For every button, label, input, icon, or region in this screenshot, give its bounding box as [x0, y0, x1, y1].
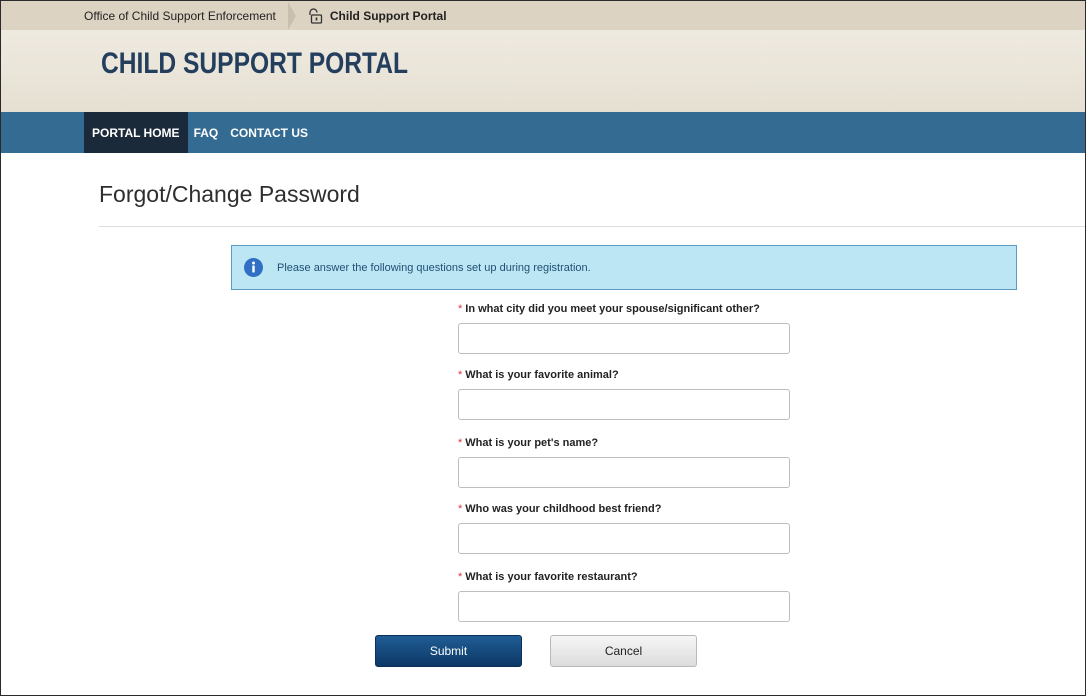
info-alert: Please answer the following questions se… [231, 245, 1017, 290]
page-frame: Office of Child Support Enforcement Chil… [0, 0, 1086, 696]
question-text-4: Who was your childhood best friend? [465, 503, 662, 515]
required-marker: * [458, 571, 463, 583]
answer-input-4[interactable] [458, 523, 790, 554]
title-divider [99, 226, 1085, 227]
breadcrumb: Office of Child Support Enforcement Chil… [1, 1, 1085, 30]
alert-message: Please answer the following questions se… [277, 261, 591, 274]
required-marker: * [458, 303, 463, 315]
breadcrumb-home-link[interactable]: Office of Child Support Enforcement [1, 9, 288, 23]
nav-item-faq[interactable]: FAQ [188, 112, 225, 153]
answer-input-5[interactable] [458, 591, 790, 622]
question-text-2: What is your favorite animal? [465, 369, 619, 381]
question-text-1: In what city did you meet your spouse/si… [465, 303, 760, 315]
required-marker: * [458, 503, 463, 515]
question-label-4: * Who was your childhood best friend? [458, 503, 661, 515]
required-marker: * [458, 369, 463, 381]
question-text-3: What is your pet's name? [465, 437, 599, 449]
question-text-5: What is your favorite restaurant? [465, 571, 638, 583]
question-label-2: * What is your favorite animal? [458, 369, 619, 381]
answer-input-3[interactable] [458, 457, 790, 488]
cancel-button[interactable]: Cancel [550, 635, 697, 667]
breadcrumb-separator [287, 1, 296, 30]
nav-item-portal-home[interactable]: PORTAL HOME [84, 112, 188, 153]
submit-button[interactable]: Submit [375, 635, 522, 667]
site-title[interactable]: CHILD SUPPORT PORTAL [101, 47, 408, 81]
page-title: Forgot/Change Password [99, 181, 360, 207]
nav-item-contact-us[interactable]: CONTACT US [224, 112, 314, 153]
site-header: CHILD SUPPORT PORTAL [1, 30, 1085, 112]
main-nav: PORTAL HOME FAQ CONTACT US [1, 112, 1085, 153]
question-label-5: * What is your favorite restaurant? [458, 571, 638, 583]
answer-input-1[interactable] [458, 323, 790, 354]
question-label-1: * In what city did you meet your spouse/s… [458, 303, 760, 315]
question-label-3: * What is your pet's name? [458, 437, 598, 449]
required-marker: * [458, 437, 463, 449]
breadcrumb-current[interactable]: Child Support Portal [306, 7, 447, 24]
answer-input-2[interactable] [458, 389, 790, 420]
breadcrumb-current-label: Child Support Portal [329, 8, 447, 23]
lock-icon [309, 7, 323, 24]
info-icon [244, 258, 263, 277]
